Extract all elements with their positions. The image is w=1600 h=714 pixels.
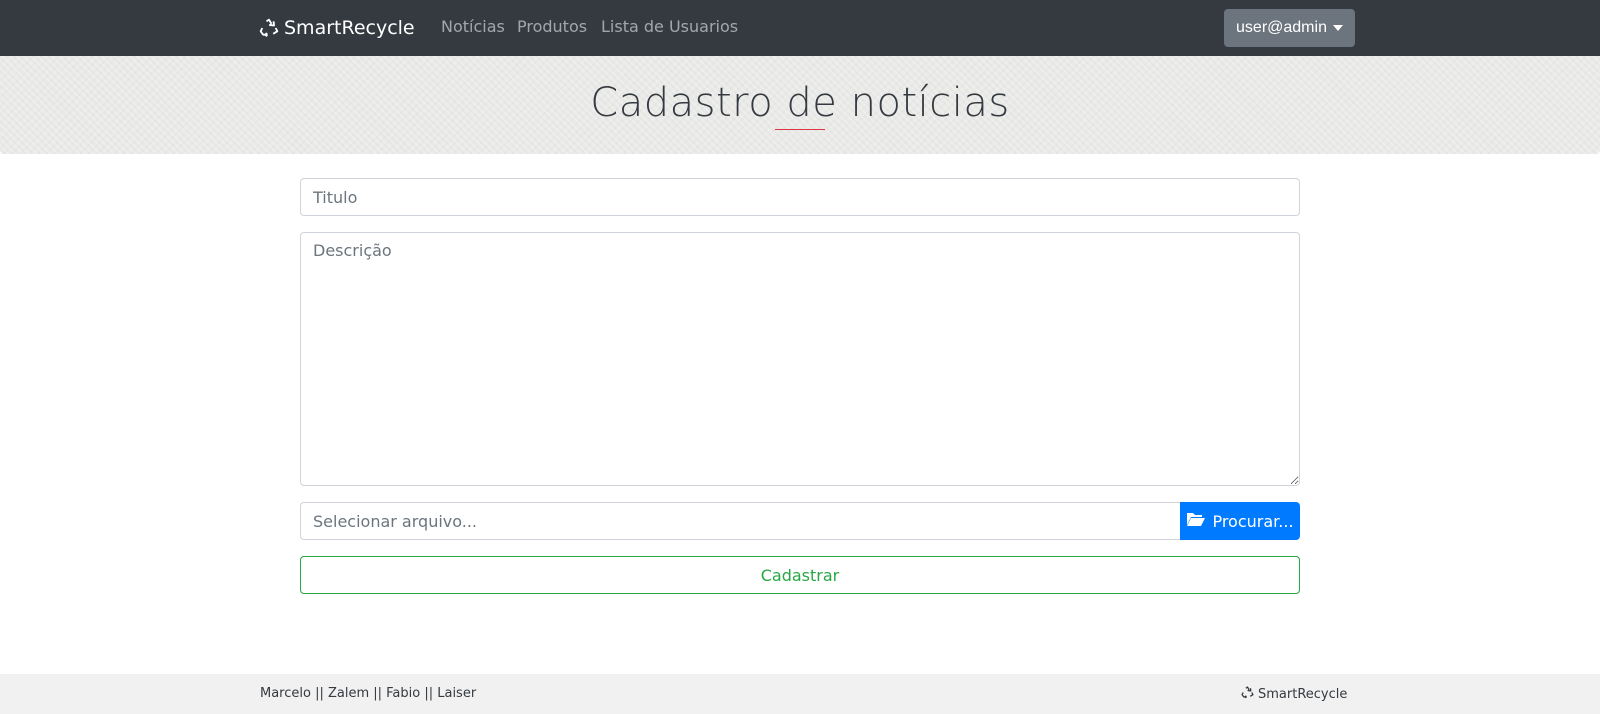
title-input[interactable] [300, 178, 1300, 216]
user-menu-button[interactable]: user@admin [1224, 9, 1355, 47]
description-textarea[interactable] [300, 232, 1300, 486]
folder-open-icon [1186, 511, 1206, 531]
footer: Marcelo || Zalem || Fabio || Laiser Smar… [0, 674, 1600, 714]
file-upload-group: Procurar... [300, 502, 1300, 540]
chevron-down-icon [1332, 25, 1343, 31]
nav-link-noticias[interactable]: Notícias [441, 17, 505, 36]
brand-link[interactable]: SmartRecycle [259, 15, 415, 41]
nav-link-lista-usuarios[interactable]: Lista de Usuarios [601, 17, 738, 36]
brand-label: SmartRecycle [284, 17, 415, 39]
footer-brand: SmartRecycle [1241, 686, 1347, 703]
user-menu-label: user@admin [1236, 19, 1327, 36]
page-header: Cadastro de notícias [0, 56, 1600, 154]
top-navbar: SmartRecycle Notícias Produtos Lista de … [0, 0, 1600, 56]
recycle-icon [259, 18, 279, 38]
cadastrar-button[interactable]: Cadastrar [300, 556, 1300, 594]
footer-brand-label: SmartRecycle [1258, 687, 1348, 702]
nav-link-produtos[interactable]: Produtos [517, 17, 587, 36]
file-path-input[interactable] [300, 502, 1180, 540]
footer-authors: Marcelo || Zalem || Fabio || Laiser [260, 686, 477, 701]
browse-label: Procurar... [1212, 511, 1294, 531]
recycle-icon [1241, 686, 1254, 703]
browse-button[interactable]: Procurar... [1180, 502, 1300, 540]
page-title: Cadastro de notícias [590, 80, 1010, 126]
title-underline [775, 129, 825, 130]
